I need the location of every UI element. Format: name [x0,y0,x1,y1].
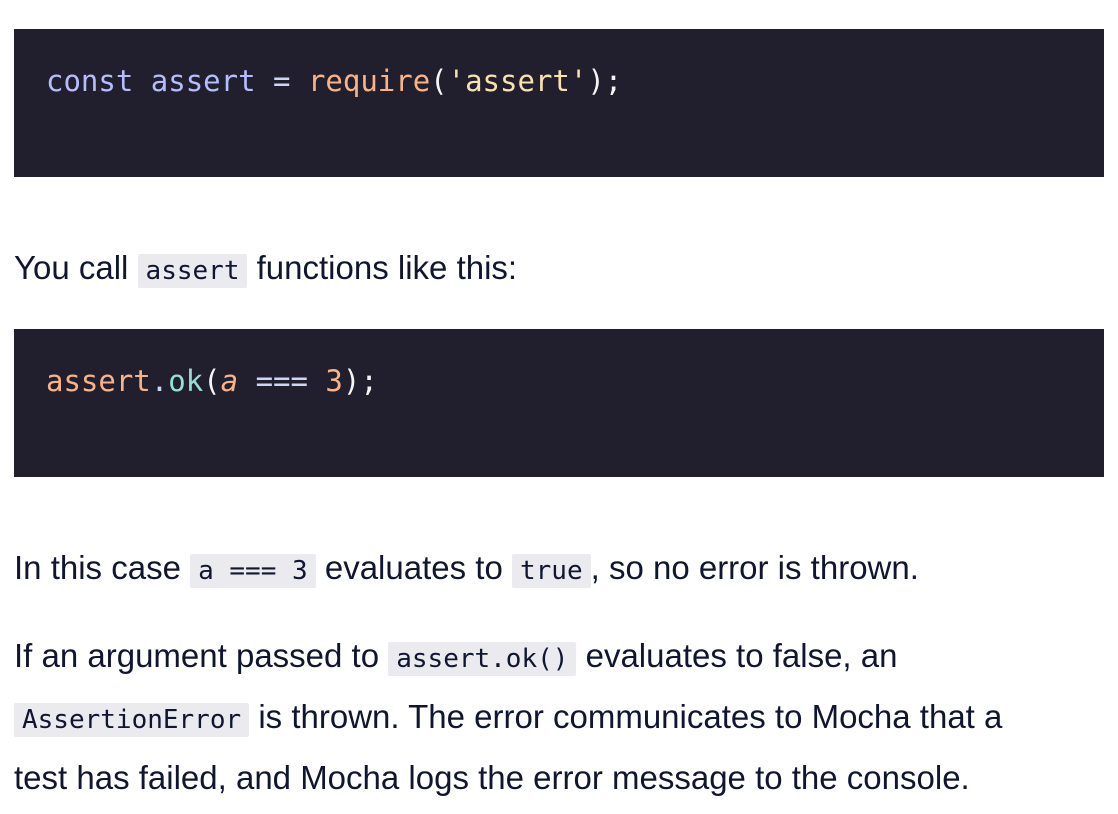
paragraph-text: evaluates to [324,549,503,586]
paragraph-text: functions like this: [256,249,518,286]
code-string: 'assert' [447,64,588,98]
paragraph-text: , so no error is thrown. [590,549,919,586]
paragraph-text: is thrown. The error communicates to Moc… [258,698,1003,735]
paragraph-assertion-error: If an argument passed to assert.ok() eva… [14,627,1104,806]
inline-code: assert [137,254,248,288]
paragraph-text: In this case [14,549,181,586]
code-identifier: a [220,364,239,398]
code-block-require: const assert = require('assert'); [14,29,1104,177]
code-dot: . [150,364,169,398]
inline-code: assert.ok() [388,642,577,676]
paragraph-in-this-case: In this case a === 3 evaluates to true, … [14,539,1104,600]
paragraph-text: test has failed, and Mocha logs the erro… [14,759,970,796]
code-method: ok [168,364,204,398]
paragraph-text: If an argument passed to [14,637,380,674]
code-paren-semicolon: ); [342,364,378,398]
code-keyword: const [46,64,134,98]
paragraph-text: You call [14,249,129,286]
code-operator: = [273,64,291,98]
code-variable: assert [150,64,256,98]
code-object: assert [46,364,151,398]
code-operator: === [255,364,308,398]
code-line: assert.ok(a === 3); [46,367,378,396]
paragraph-you-call: You call assert functions like this: [14,239,1104,300]
inline-code: a === 3 [190,554,316,588]
code-line: const assert = require('assert'); [46,67,622,96]
paragraph-text: evaluates to false, an [585,637,898,674]
code-paren: ( [203,364,221,398]
inline-code: true [511,554,591,588]
code-block-assert-ok: assert.ok(a === 3); [14,329,1104,477]
inline-code: AssertionError [14,703,250,737]
code-paren-semicolon: ); [587,64,623,98]
code-number: 3 [325,364,343,398]
code-function: require [307,64,431,98]
code-paren: ( [430,64,448,98]
